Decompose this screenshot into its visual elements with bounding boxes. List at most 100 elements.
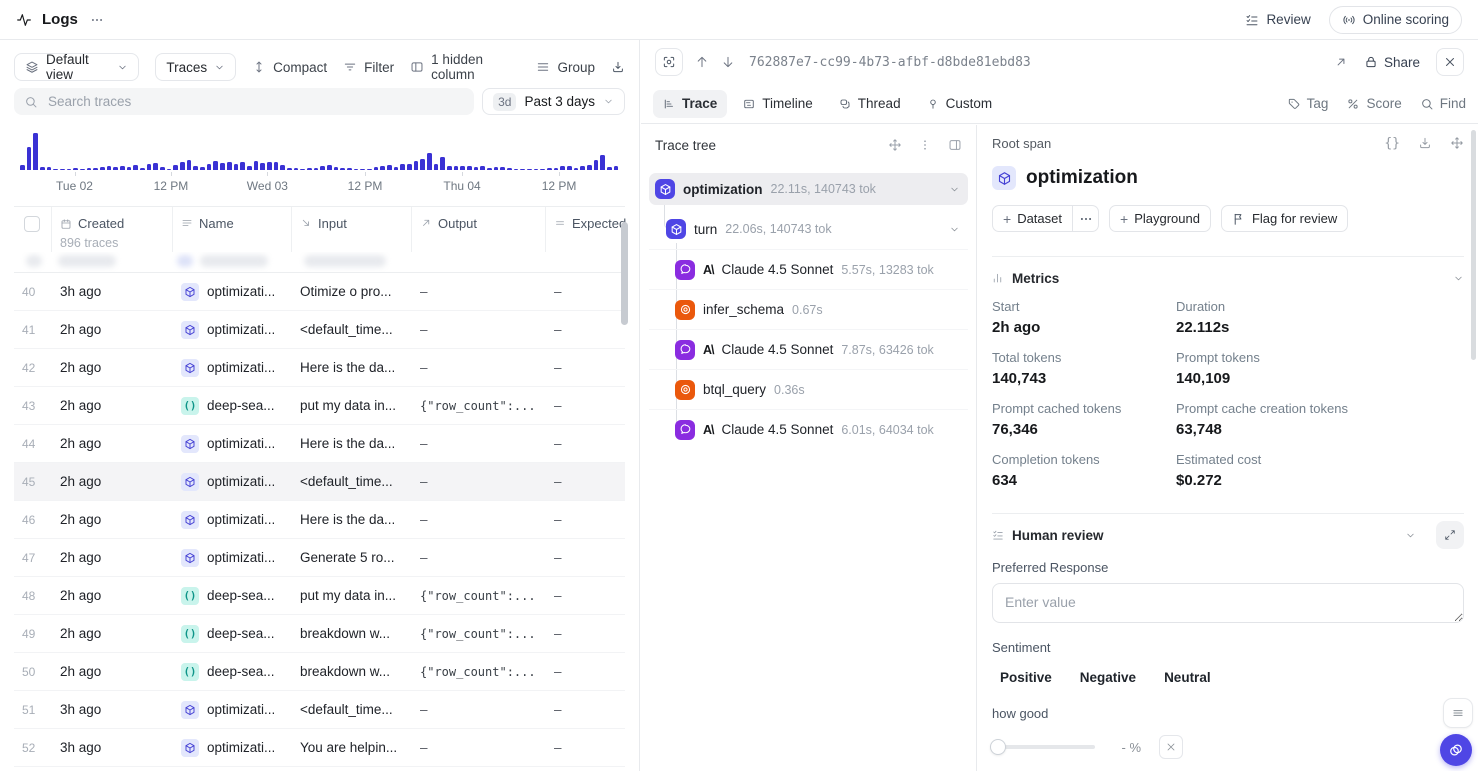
trace-tree-item[interactable]: optimization22.11s, 140743 tok [649,173,968,205]
header-created[interactable]: Created 896 traces [52,207,173,252]
histogram-bar[interactable] [294,168,299,170]
histogram-bar[interactable] [380,166,385,170]
histogram-bar[interactable] [113,167,118,170]
histogram-bar[interactable] [180,162,185,170]
focus-trace-button[interactable] [655,48,683,76]
tag-button[interactable]: Tag [1287,96,1329,111]
tab-trace[interactable]: Trace [653,90,727,118]
histogram-bar[interactable] [213,161,218,170]
histogram-bar[interactable] [247,166,252,170]
histogram-bar[interactable] [53,169,58,171]
histogram-bar[interactable] [147,164,152,170]
export-download-button[interactable] [611,60,625,74]
histogram-bar[interactable] [287,168,292,170]
next-trace-button[interactable] [721,55,735,69]
chevron-down-icon[interactable] [949,184,960,195]
histogram-bar[interactable] [434,164,439,170]
histogram-bar[interactable] [334,167,339,170]
histogram-bar[interactable] [107,166,112,170]
score-button[interactable]: Score [1346,96,1401,111]
header-expected[interactable]: Expected [546,207,626,252]
histogram-bar[interactable] [340,168,345,170]
histogram-bar[interactable] [260,163,265,170]
histogram-bar[interactable] [494,167,499,170]
histogram-bar[interactable] [414,161,419,170]
histogram-bar[interactable] [520,169,525,171]
tab-thread[interactable]: Thread [829,90,911,118]
histogram-bar[interactable] [280,165,285,170]
json-view-button[interactable]: {} [1384,136,1400,151]
histogram-bar[interactable] [480,166,485,170]
sentiment-neutral-button[interactable]: Neutral [1156,663,1221,692]
histogram-bar[interactable] [140,168,145,170]
histogram-bar[interactable] [274,162,279,170]
histogram-bar[interactable] [474,167,479,170]
left-scrollbar[interactable] [621,222,628,325]
histogram-bar[interactable] [587,165,592,170]
histogram-bar[interactable] [427,153,432,170]
histogram-bar[interactable] [227,162,232,170]
search-box[interactable] [14,88,474,115]
histogram-bar[interactable] [73,168,78,170]
histogram-bar[interactable] [607,167,612,170]
histogram-bar[interactable] [567,166,572,170]
histogram-bar[interactable] [600,155,605,170]
histogram-bar[interactable] [187,160,192,170]
histogram-bar[interactable] [360,169,365,171]
histogram-bar[interactable] [374,167,379,170]
histogram-bar[interactable] [487,168,492,170]
clear-score-button[interactable] [1159,735,1183,759]
histogram-bar[interactable] [560,166,565,170]
histogram-bar[interactable] [173,165,178,170]
tab-timeline[interactable]: Timeline [733,90,823,118]
sentiment-positive-button[interactable]: Positive [992,663,1062,692]
histogram-bar[interactable] [167,169,172,171]
histogram-bar[interactable] [200,167,205,170]
histogram-bar[interactable] [67,169,72,171]
histogram-bar[interactable] [547,168,552,170]
slider-thumb[interactable] [990,739,1006,755]
histogram-bar[interactable] [314,168,319,170]
close-panel-button[interactable] [1436,48,1464,76]
expand-review-button[interactable] [1436,521,1464,549]
histogram-bar[interactable] [614,166,619,170]
histogram-bar[interactable] [347,168,352,170]
trace-tree-item[interactable]: btql_query0.36s [649,369,968,409]
histogram-bar[interactable] [387,165,392,170]
histogram-bar[interactable] [267,162,272,171]
histogram-bar[interactable] [354,169,359,171]
table-row[interactable]: 502h ago()deep-sea...breakdown w...{"row… [14,653,625,691]
table-row[interactable]: 513h agooptimizati...<default_time...–– [14,691,625,729]
add-to-dataset-button[interactable]: +Dataset [992,205,1073,232]
histogram-bar[interactable] [540,169,545,171]
histogram-bar[interactable] [80,169,85,171]
histogram-bar[interactable] [420,159,425,170]
histogram-bar[interactable] [20,165,25,170]
header-input[interactable]: Input [292,207,412,252]
time-range-selector[interactable]: 3d Past 3 days [482,88,625,115]
histogram-bar[interactable] [47,167,52,170]
view-selector[interactable]: Default view [14,53,139,81]
histogram-bar[interactable] [160,167,165,170]
trace-tree-item[interactable]: A\Claude 4.5 Sonnet6.01s, 64034 tok [649,409,968,449]
preferred-response-input[interactable] [992,583,1464,623]
chevron-down-icon[interactable] [1453,273,1464,284]
histogram-bar[interactable] [27,147,32,170]
chevron-down-icon[interactable] [1405,530,1416,541]
histogram-bar[interactable] [307,168,312,170]
comment-menu-button[interactable] [1443,698,1473,728]
expand-span-button[interactable] [1450,136,1464,150]
trace-tree-item[interactable]: A\Claude 4.5 Sonnet5.57s, 13283 tok [649,249,968,289]
histogram-bar[interactable] [133,165,138,170]
table-row[interactable]: 422h agooptimizati...Here is the da...–– [14,349,625,387]
trace-tree-item[interactable]: infer_schema0.67s [649,289,968,329]
traces-selector[interactable]: Traces [155,53,236,81]
group-button[interactable]: Group [536,60,595,75]
compact-toggle[interactable]: Compact [252,60,327,75]
histogram-bar[interactable] [460,166,465,170]
table-row[interactable]: 492h ago()deep-sea...breakdown w...{"row… [14,615,625,653]
open-playground-button[interactable]: +Playground [1109,205,1211,232]
histogram-bar[interactable] [327,165,332,170]
histogram-bar[interactable] [254,161,259,170]
histogram-bar[interactable] [527,169,532,171]
